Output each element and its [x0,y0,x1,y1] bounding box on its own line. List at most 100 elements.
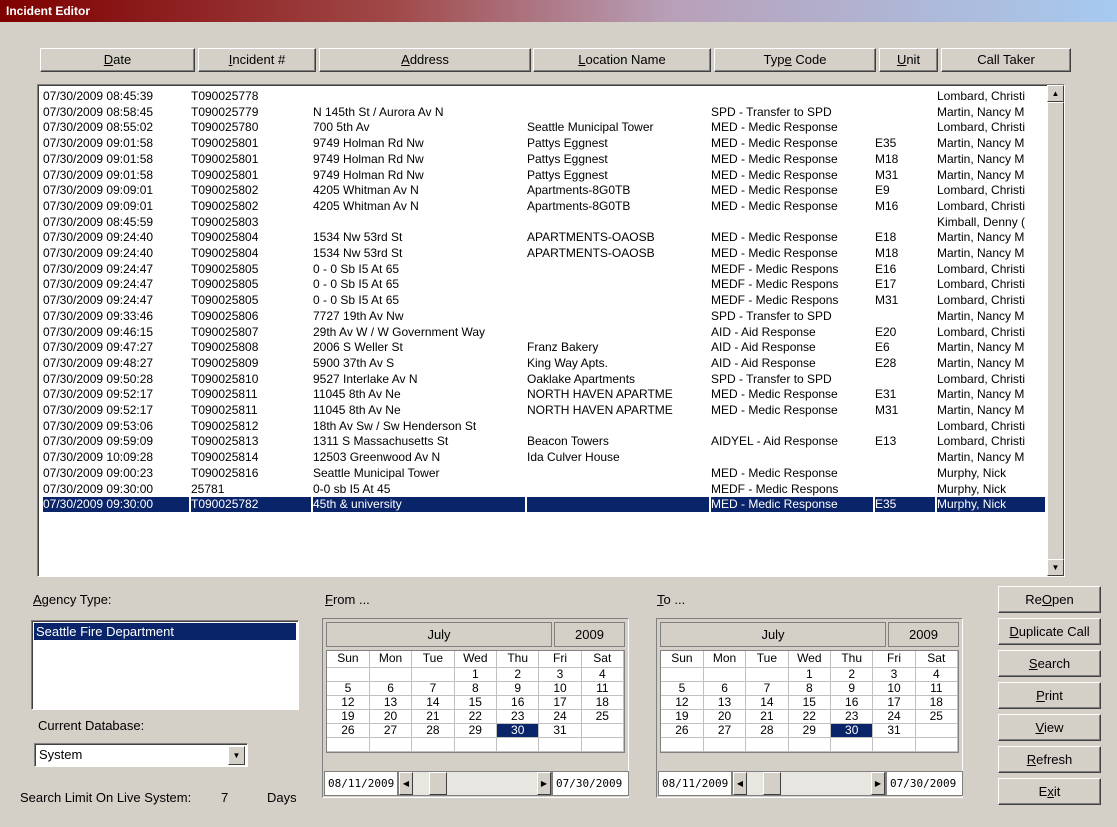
view-button[interactable]: View [998,714,1101,741]
calendar-day[interactable]: 28 [745,723,789,738]
agency-type-list[interactable]: Seattle Fire Department [31,620,299,710]
calendar-day[interactable]: 19 [661,709,704,724]
table-row[interactable]: 07/30/2009 09:09:01 T090025802 4205 Whitma… [41,199,1047,214]
calendar-day[interactable]: 10 [872,681,916,696]
calendar-day-grid[interactable]: Sun Mon Tue Wed Thu Fri Sat 1 2 3 4 5 6 7 8 9 10 11 12 13 14… [326,650,625,753]
calendar-day[interactable]: 20 [703,709,747,724]
column-header-incident[interactable]: Incident # [198,48,316,72]
search-button[interactable]: Search [998,650,1101,677]
exit-button[interactable]: Exit [998,778,1101,805]
calendar-day[interactable]: 24 [538,709,582,724]
calendar-day[interactable]: 31 [538,723,582,738]
column-header-unit[interactable]: Unit [879,48,938,72]
calendar-day[interactable]: 29 [454,723,498,738]
calendar-day[interactable]: 26 [661,723,704,738]
calendar-day[interactable]: 5 [661,681,704,696]
calendar-day[interactable]: 9 [830,681,874,696]
calendar-day[interactable]: 25 [915,709,959,724]
calendar-day[interactable]: 10 [538,681,582,696]
calendar-day[interactable]: 17 [538,695,582,710]
calendar-day[interactable]: 11 [915,681,959,696]
table-row[interactable]: 07/30/2009 09:52:17 T090025811 11045 8th A… [41,403,1047,418]
calendar-month[interactable]: July [326,622,552,647]
calendar-day[interactable]: 16 [830,695,874,710]
range-start-date[interactable]: 08/11/2009 [658,771,732,796]
calendar-day[interactable]: 2 [496,667,540,682]
calendar-day[interactable]: 14 [745,695,789,710]
calendar-day[interactable]: 25 [581,709,625,724]
calendar-day[interactable]: 14 [411,695,455,710]
calendar-day[interactable]: 1 [454,667,498,682]
scroll-right-arrow-icon[interactable]: ▶ [537,772,551,795]
column-header-call-taker[interactable]: Call Taker [941,48,1071,72]
calendar-day[interactable]: 6 [703,681,747,696]
table-row[interactable]: 07/30/2009 09:50:28 T090025810 9527 Interl… [41,372,1047,387]
calendar-day[interactable]: 15 [454,695,498,710]
to-calendar[interactable]: July 2009 Sun Mon Tue Wed Thu Fri Sat 1 2 3 4 5 6 7 8 9 10… [656,618,963,798]
reopen-button[interactable]: ReOpen [998,586,1101,613]
calendar-day[interactable]: 12 [327,695,370,710]
calendar-day[interactable]: 23 [496,709,540,724]
scroll-left-arrow-icon[interactable]: ◀ [733,772,747,795]
duplicate-call-button[interactable]: Duplicate Call [998,618,1101,645]
scroll-down-arrow-icon[interactable]: ▼ [1047,559,1064,576]
calendar-day[interactable]: 8 [788,681,832,696]
table-row[interactable]: 07/30/2009 08:45:59 T090025803 Kimball, De… [41,215,1047,230]
table-row[interactable]: 07/30/2009 09:01:58 T090025801 9749 Holman… [41,168,1047,183]
range-start-date[interactable]: 08/11/2009 [324,771,398,796]
table-row[interactable]: 07/30/2009 09:59:09 T090025813 1311 S Mass… [41,434,1047,449]
scroll-left-arrow-icon[interactable]: ◀ [399,772,413,795]
table-row[interactable]: 07/30/2009 09:24:40 T090025804 1534 Nw 53r… [41,230,1047,245]
calendar-day[interactable]: 29 [788,723,832,738]
print-button[interactable]: Print [998,682,1101,709]
calendar-day[interactable]: 9 [496,681,540,696]
calendar-day[interactable]: 7 [411,681,455,696]
table-row[interactable]: 07/30/2009 08:55:02 T090025780 700 5th Av S… [41,120,1047,135]
calendar-day[interactable]: 30 [496,723,540,738]
range-end-date[interactable]: 07/30/2009 [886,771,963,796]
calendar-day[interactable]: 13 [369,695,413,710]
table-row-selected[interactable]: 07/30/2009 09:30:00 T090025782 45th & univ… [41,497,1047,513]
calendar-year[interactable]: 2009 [888,622,959,647]
calendar-day[interactable]: 22 [454,709,498,724]
calendar-day[interactable]: 3 [872,667,916,682]
table-row[interactable]: 07/30/2009 08:45:39 T090025778 Lombard, Ch… [41,89,1047,104]
table-row[interactable]: 07/30/2009 09:01:58 T090025801 9749 Holman… [41,152,1047,167]
calendar-day[interactable]: 22 [788,709,832,724]
agency-list-item[interactable]: Seattle Fire Department [34,623,296,640]
calendar-day[interactable]: 20 [369,709,413,724]
table-row[interactable]: 07/30/2009 09:24:47 T090025805 0 - 0 Sb I5… [41,262,1047,277]
calendar-day[interactable]: 13 [703,695,747,710]
range-end-date[interactable]: 07/30/2009 [552,771,629,796]
column-header-date[interactable]: Date [40,48,195,72]
from-calendar[interactable]: July 2009 Sun Mon Tue Wed Thu Fri Sat 1 2 3 4 5 6 7 8 9 10… [322,618,629,798]
calendar-day[interactable]: 30 [830,723,874,738]
calendar-day[interactable]: 8 [454,681,498,696]
calendar-day[interactable]: 3 [538,667,582,682]
table-row[interactable]: 07/30/2009 09:46:15 T090025807 29th Av W /… [41,325,1047,340]
calendar-day[interactable]: 31 [872,723,916,738]
calendar-day[interactable]: 21 [745,709,789,724]
calendar-day[interactable]: 6 [369,681,413,696]
table-row[interactable]: 07/30/2009 09:33:46 T090025806 7727 19th A… [41,309,1047,324]
calendar-day[interactable]: 4 [915,667,959,682]
column-header-location-name[interactable]: Location Name [533,48,711,72]
calendar-day[interactable]: 19 [327,709,370,724]
calendar-day[interactable]: 24 [872,709,916,724]
calendar-day[interactable]: 16 [496,695,540,710]
calendar-day[interactable]: 21 [411,709,455,724]
calendar-day[interactable]: 5 [327,681,370,696]
table-row[interactable]: 07/30/2009 09:01:58 T090025801 9749 Holman… [41,136,1047,151]
table-row[interactable]: 07/30/2009 09:47:27 T090025808 2006 S Well… [41,340,1047,355]
calendar-day[interactable]: 18 [915,695,959,710]
calendar-day[interactable]: 12 [661,695,704,710]
calendar-day[interactable]: 23 [830,709,874,724]
table-row[interactable]: 07/30/2009 09:30:00 25781 0-0 sb I5 At 45 M… [41,482,1047,497]
table-row[interactable]: 07/30/2009 09:24:47 T090025805 0 - 0 Sb I5… [41,293,1047,308]
calendar-day[interactable]: 11 [581,681,625,696]
scroll-up-arrow-icon[interactable]: ▲ [1047,85,1064,102]
column-header-type-code[interactable]: Type Code [714,48,876,72]
calendar-day[interactable]: 18 [581,695,625,710]
table-row[interactable]: 07/30/2009 08:58:45 T090025779 N 145th St … [41,105,1047,120]
date-range-scrollbar[interactable]: ◀ ▶ [732,771,886,796]
